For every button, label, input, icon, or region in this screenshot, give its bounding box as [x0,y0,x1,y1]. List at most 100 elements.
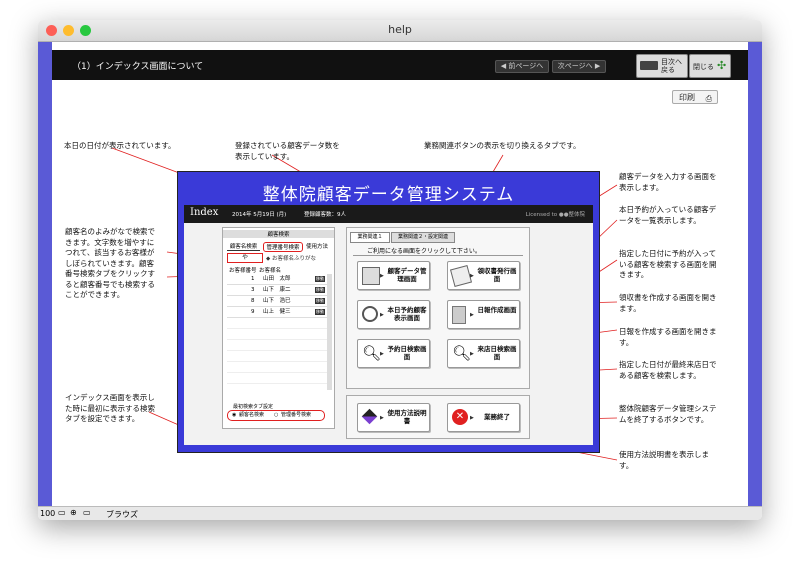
radio-number-search-label: 管理番号検索 [281,412,312,418]
manual-button[interactable]: ▶ 使用方法説明書 [357,403,430,432]
annotation-date: 本日の日付が表示されています。 [64,141,176,150]
annotation-default-tab: インデックス画面を表示した時に最初に表示する検索タブを設定できます。 [65,393,155,423]
page-title: （1）インデックス画面について [72,62,204,72]
annotation-tab-switch: 業務関連ボタンの表示を切り換えるタブです。 [424,141,581,150]
status-bar: 100 ▭ ⊕ ▭ ブラウズ [38,506,762,520]
visit-search-label: 来店日検索画面 [477,345,517,361]
help-window: help （1）インデックス画面について ◀ 前ページへ 次ページへ ▶ 目次へ… [38,20,762,520]
today-booking-label: 本日予約顧客表示画面 [387,306,427,322]
booking-search-label: 予約日検索画面 [387,345,427,361]
zoom-level[interactable]: 100 [40,509,55,518]
result-list: 1 山田 太郎 移動 3 山下 康二 移動 8 山下 浩已 移動 9 山上 健三… [227,274,332,390]
move-icon: ✣ [717,59,727,72]
list-item[interactable]: 9 山上 健三 移動 [227,307,328,318]
search-panel-title: 顧客検索 [223,230,334,238]
arrow-icon: ▶ [380,273,384,279]
furigana-input[interactable]: や [227,253,263,263]
default-tab-title: 最初検索タブ設定 [233,404,274,410]
instruction-text: ご利用になる画面をクリックして下さい。 [367,248,481,255]
app-screenshot: 整体院顧客データ管理システム Index 2014年 5月19日 (月) 登録顧… [177,171,600,453]
radio-number-search[interactable]: ○ [274,411,278,420]
tab-business-1[interactable]: 業務関連１ [350,232,390,243]
default-tab-options: ◉ 顧客名検索 ○ 管理番号検索 [227,410,325,421]
tab-usage[interactable]: 使用方法 [304,242,330,250]
search-tabs: 顧客名検索 管理番号検索 使用方法 [227,242,330,252]
arrow-icon: ▶ [380,415,384,421]
row-no: 9 [251,309,255,315]
quit-button[interactable]: ✕ ▶ 業務終了 [447,403,520,432]
radio-name-search[interactable]: ◉ [232,411,236,420]
list-item[interactable]: 3 山下 康二 移動 [227,285,328,296]
annotation-today-booking: 本日予約が入っている顧客データを一覧表示します。 [619,205,717,225]
tab-name-search[interactable]: 顧客名検索 [227,242,260,251]
annotation-receipt: 領収書を作成する画面を開きます。 [619,293,717,313]
arrow-icon: ▶ [380,351,384,357]
customer-count: 登録顧客数：9人 [304,212,346,218]
arrow-icon: ▶ [470,273,474,279]
list-scrollbar[interactable] [327,274,332,390]
receipt-icon [449,264,473,288]
daily-report-button[interactable]: ▶ 日報作成画面 [447,300,520,329]
notebook-icon [452,306,466,324]
row-no: 8 [251,298,255,304]
toc-button-label: 目次へ戻る [661,58,682,74]
next-page-button[interactable]: 次ページへ ▶ [552,60,606,73]
prev-page-button[interactable]: ◀ 前ページへ [495,60,549,73]
arrow-icon: ▶ [470,351,474,357]
zoom-in-icon[interactable]: ⊕ [70,508,77,517]
furigana-hint: ◆ お客様名ふりがな [266,256,316,262]
customer-data-label: 顧客データ管理画面 [387,267,427,283]
magnifier-icon: 🔍︎ [362,344,382,362]
close-button-label: 閉じる [693,63,714,71]
row-no: 1 [251,276,255,282]
mode-label[interactable]: ブラウズ [106,509,138,520]
list-item[interactable]: 1 山田 太郎 移動 [227,274,328,285]
window-titlebar: help [38,20,762,42]
mode-toggle-icon[interactable]: ▭ [83,508,91,517]
content-frame: （1）インデックス画面について ◀ 前ページへ 次ページへ ▶ 目次へ戻る 閉じ… [38,42,762,506]
zoom-out-icon[interactable]: ▭ [58,508,66,517]
row-badge[interactable]: 移動 [315,276,325,282]
row-badge[interactable]: 移動 [315,298,325,304]
col-header-name: お客様名 [259,268,282,274]
radio-name-search-label: 顧客名検索 [239,412,265,418]
receipt-button[interactable]: ▶ 領収書発行画面 [447,261,520,290]
index-bar: Index 2014年 5月19日 (月) 登録顧客数：9人 Licensed … [184,205,593,223]
window-title: help [388,23,412,36]
arrow-icon: ▶ [470,312,474,318]
toc-button[interactable]: 目次へ戻る [636,54,688,78]
today-booking-button[interactable]: ▶ 本日予約顧客表示画面 [357,300,430,329]
quit-label: 業務終了 [484,413,510,421]
close-button[interactable]: 閉じる ✣ [689,54,731,78]
search-panel: 顧客検索 顧客名検索 管理番号検索 使用方法 や ◆ お客様名ふりがな お客様番… [222,227,335,429]
book-icon [640,61,658,70]
row-badge[interactable]: 移動 [315,287,325,293]
index-label: Index [190,207,219,218]
visit-search-button[interactable]: 🔍︎ ▶ 来店日検索画面 [447,339,520,368]
row-badge[interactable]: 移動 [315,309,325,315]
arrow-icon: ▶ [470,415,474,421]
customer-data-button[interactable]: ▶ 顧客データ管理画面 [357,261,430,290]
tab-number-search[interactable]: 管理番号検索 [263,242,303,252]
manual-label: 使用方法説明書 [387,409,427,425]
booking-search-button[interactable]: 🔍︎ ▶ 予約日検索画面 [357,339,430,368]
annotation-furigana: 顧客名のよみがなで検索できます。文字数を増やすにつれて、該当するお客様がしぼられ… [65,227,155,299]
annotation-customer-data: 顧客データを入力する画面を表示します。 [619,172,717,192]
book-icon [361,408,378,425]
app-index-screen: Index 2014年 5月19日 (月) 登録顧客数：9人 Licensed … [184,205,593,445]
app-title: 整体院顧客データ管理システム [262,185,515,205]
row-name: 山田 太郎 [263,276,291,282]
annotation-visit-search: 指定した日付が最終来店日である顧客を検索します。 [619,360,717,380]
row-name: 山下 康二 [263,287,291,293]
tab-business-2[interactable]: 業務関連２・設定関連 [391,232,455,243]
help-page: （1）インデックス画面について ◀ 前ページへ 次ページへ ▶ 目次へ戻る 閉じ… [52,42,748,506]
row-name: 山上 健三 [263,309,291,315]
default-tab-setting: 最初検索タブ設定 ◉ 顧客名検索 ○ 管理番号検索 [227,403,330,423]
annotation-manual: 使用方法説明書を表示します。 [619,450,709,470]
annotation-quit: 整体院顧客データ管理システムを終了するボタンです。 [619,404,717,424]
page-header: （1）インデックス画面について ◀ 前ページへ 次ページへ ▶ 目次へ戻る 閉じ… [52,50,748,80]
print-button[interactable]: 印刷 ⎙ [672,90,718,104]
utility-panel: ▶ 使用方法説明書 ✕ ▶ 業務終了 [346,395,530,439]
license-label: Licensed to ●●整体院 [525,212,585,218]
list-item[interactable]: 8 山下 浩已 移動 [227,296,328,307]
